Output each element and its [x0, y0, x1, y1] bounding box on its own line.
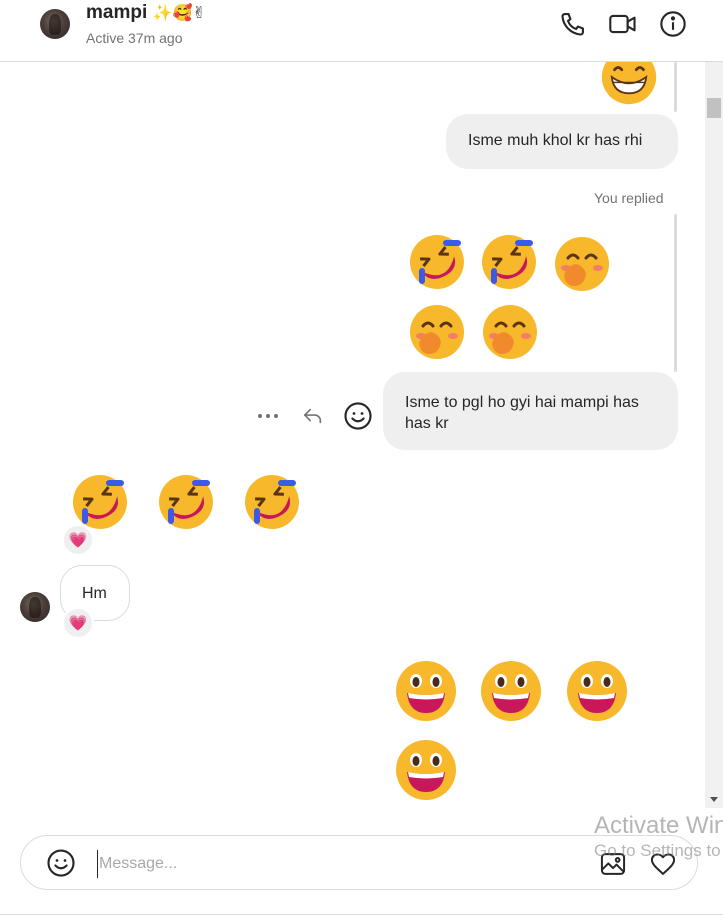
scrollbar-thumb[interactable]	[707, 98, 721, 118]
contact-name[interactable]: mampi ✨🥰✌	[86, 2, 206, 24]
sender-avatar[interactable]	[20, 592, 50, 622]
phone-icon	[561, 13, 584, 36]
conversation-info-button[interactable]	[658, 9, 688, 39]
quoted-message-line	[674, 214, 677, 372]
scroll-down-arrow-icon[interactable]	[710, 797, 718, 802]
contact-name-emojis: ✨🥰✌	[152, 5, 206, 22]
rolling-on-floor-laughing-emoji	[410, 235, 464, 289]
attach-image-button[interactable]	[597, 848, 629, 880]
thread-scrollbar[interactable]	[705, 62, 723, 808]
sent-reply-text: Isme to pgl ho gyi hai mampi has has kr	[405, 394, 639, 432]
audio-call-button[interactable]	[558, 9, 588, 39]
more-options-button[interactable]	[254, 402, 282, 430]
reply-indicator: You replied	[594, 190, 664, 206]
video-call-button[interactable]	[608, 9, 638, 39]
grinning-face-big-eyes-emoji	[481, 661, 541, 721]
heart-reaction: 💗	[68, 531, 88, 549]
react-button[interactable]	[342, 400, 374, 432]
message-thread[interactable]: Isme muh khol kr has rhi You replied Ism…	[0, 62, 705, 808]
rolling-on-floor-laughing-emoji	[159, 475, 213, 529]
grinning-face-big-eyes-emoji	[396, 661, 456, 721]
reply-button[interactable]	[299, 402, 327, 430]
reply-arrow-icon	[303, 408, 322, 424]
sent-reply-bubble[interactable]: Isme to pgl ho gyi hai mampi has has kr	[383, 372, 678, 450]
contact-status: Active 37m ago	[86, 30, 183, 46]
heart-reaction: 💗	[68, 614, 88, 632]
grinning-face-big-eyes-emoji	[396, 740, 456, 800]
reaction-badge[interactable]: 💗	[62, 524, 94, 556]
grinning-face-big-eyes-emoji	[567, 661, 627, 721]
video-camera-icon	[609, 14, 636, 34]
rolling-on-floor-laughing-emoji	[482, 235, 536, 289]
message-group-line	[674, 62, 677, 112]
face-with-hand-over-mouth-emoji	[410, 305, 464, 359]
window-bottom-divider	[0, 914, 723, 915]
smiley-icon	[344, 402, 372, 430]
heart-icon	[650, 853, 676, 875]
face-with-hand-over-mouth-emoji	[483, 305, 537, 359]
contact-name-text: mampi	[86, 2, 148, 23]
image-icon	[600, 853, 626, 875]
emoji-picker-button[interactable]	[45, 847, 77, 879]
like-button[interactable]	[647, 848, 679, 880]
rolling-on-floor-laughing-emoji	[245, 475, 299, 529]
message-input[interactable]	[97, 850, 581, 878]
reaction-badge[interactable]: 💗	[62, 607, 94, 639]
more-horizontal-icon	[258, 414, 278, 418]
received-message-text: Hm	[82, 585, 107, 602]
grinning-face-emoji	[601, 62, 657, 105]
info-icon	[660, 11, 686, 37]
face-with-hand-over-mouth-emoji	[555, 237, 609, 291]
contact-avatar[interactable]	[40, 9, 70, 39]
sent-message-text: Isme muh khol kr has rhi	[468, 132, 643, 149]
message-composer	[20, 835, 698, 890]
sent-message-bubble[interactable]: Isme muh khol kr has rhi	[446, 114, 678, 169]
dm-window: mampi ✨🥰✌ Active 37m ago Isme muh khol k…	[0, 0, 723, 922]
smiley-icon	[47, 849, 75, 877]
conversation-header: mampi ✨🥰✌ Active 37m ago	[0, 0, 723, 62]
